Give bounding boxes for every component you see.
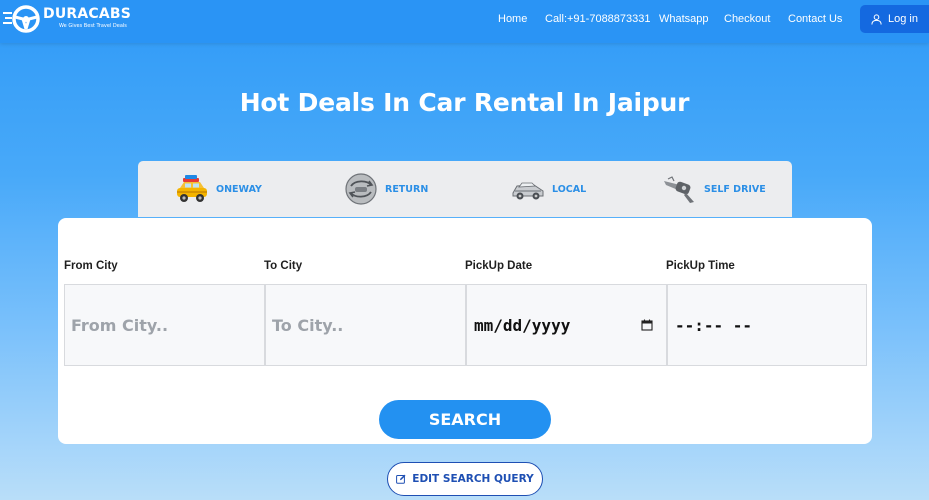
from-city-field xyxy=(64,284,265,366)
tab-oneway-label: ONEWAY xyxy=(216,183,262,195)
to-city-label: To City xyxy=(264,260,303,272)
calendar-icon[interactable] xyxy=(641,319,653,331)
tab-self-drive-label: SELF DRIVE xyxy=(704,183,766,195)
edit-search-query-button[interactable]: EDIT SEARCH QUERY xyxy=(387,462,543,496)
tab-oneway[interactable]: ONEWAY xyxy=(174,161,262,217)
to-city-input[interactable] xyxy=(266,285,465,365)
pickup-date-value: mm/dd/yyyy xyxy=(474,316,571,335)
logo-tagline: We Gives Best Travel Deals xyxy=(59,23,127,29)
nav-contact-us[interactable]: Contact Us xyxy=(788,13,842,25)
top-navbar: DURACABS We Gives Best Travel Deals Home… xyxy=(0,0,929,43)
page-title: Hot Deals In Car Rental In Jaipur xyxy=(239,88,690,117)
tab-return[interactable]: RETURN xyxy=(343,161,428,217)
login-button[interactable]: Log in xyxy=(860,5,929,33)
pickup-date-input[interactable]: mm/dd/yyyy xyxy=(466,284,667,366)
edit-icon xyxy=(396,474,406,484)
site-logo[interactable]: DURACABS We Gives Best Travel Deals xyxy=(3,4,133,34)
return-trip-icon xyxy=(345,173,377,205)
nav-whatsapp[interactable]: Whatsapp xyxy=(659,13,709,25)
local-car-icon xyxy=(512,182,544,200)
to-city-field xyxy=(265,284,466,366)
user-icon xyxy=(871,13,882,25)
trip-type-tabs: ONEWAY RETURN LOCAL SELF DRIVE xyxy=(138,161,792,217)
login-label: Log in xyxy=(888,13,918,25)
pickup-date-label: PickUp Date xyxy=(465,260,533,272)
nav-home[interactable]: Home xyxy=(498,13,527,25)
pickup-time-value: --:-- -- xyxy=(675,316,753,335)
car-key-icon xyxy=(664,176,694,203)
from-city-label: From City xyxy=(64,260,118,272)
from-city-input[interactable] xyxy=(65,285,264,365)
search-button[interactable]: SEARCH xyxy=(379,400,551,439)
pickup-time-input[interactable]: --:-- -- xyxy=(667,284,867,366)
steering-wheel-logo-icon xyxy=(3,5,40,33)
nav-call[interactable]: Call:+91-7088873331 xyxy=(545,13,651,25)
tab-self-drive[interactable]: SELF DRIVE xyxy=(662,161,766,217)
search-form-card: From City To City PickUp Date PickUp Tim… xyxy=(58,218,872,444)
tab-local-label: LOCAL xyxy=(552,183,587,195)
tab-local[interactable]: LOCAL xyxy=(510,161,586,217)
tab-return-label: RETURN xyxy=(385,183,429,195)
edit-search-query-label: EDIT SEARCH QUERY xyxy=(412,473,534,485)
taxi-icon xyxy=(177,175,207,202)
nav-checkout[interactable]: Checkout xyxy=(724,13,770,25)
pickup-time-label: PickUp Time xyxy=(666,260,735,272)
logo-name: DURACABS xyxy=(43,6,132,22)
